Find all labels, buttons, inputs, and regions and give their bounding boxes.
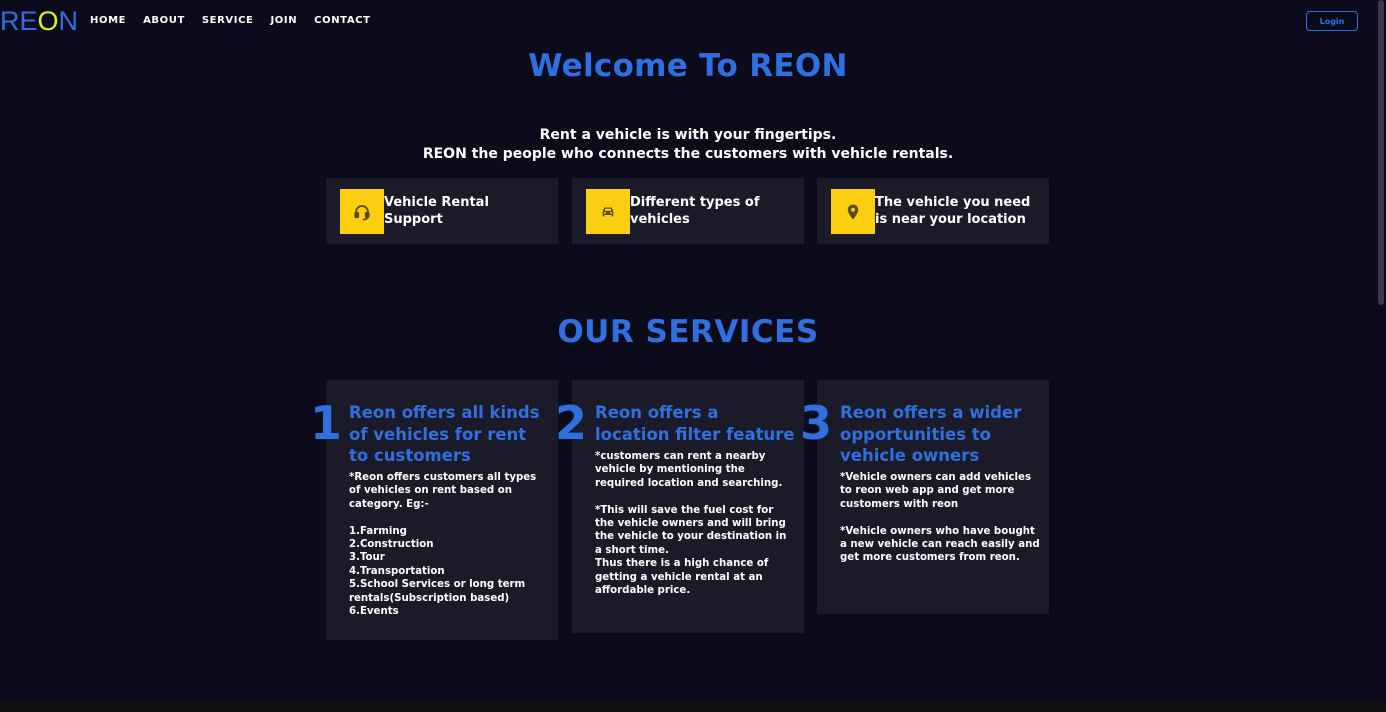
feature-text: The vehicle you need is near your locati… xyxy=(875,195,1031,227)
service-description: *Reon offers customers all types of vehi… xyxy=(349,472,537,618)
services-title: OUR SERVICES xyxy=(557,314,819,350)
logo[interactable]: REON xyxy=(0,6,78,36)
feature-text: Vehicle Rental Support xyxy=(384,195,489,227)
feature-card-vehicle-types: Different types of vehicles xyxy=(572,178,804,244)
service-card-1: Reon offers all kinds of vehicles for re… xyxy=(326,380,558,640)
headset-icon xyxy=(340,189,384,234)
logo-letter-e: E xyxy=(19,6,38,36)
nav-link-contact[interactable]: CONTACT xyxy=(314,15,370,26)
location-pin-icon xyxy=(831,189,875,234)
service-number: 1 xyxy=(310,396,343,450)
feature-card-support: Vehicle Rental Support xyxy=(326,178,558,244)
navbar: REON HOME ABOUT SERVICE JOIN CONTACT Log… xyxy=(0,0,1376,44)
logo-letter-n: N xyxy=(58,6,79,36)
service-description: *customers can rent a nearby vehicle by … xyxy=(595,451,787,597)
feature-text: Different types of vehicles xyxy=(630,195,760,227)
bottom-bar xyxy=(0,702,1386,712)
scrollbar-thumb[interactable] xyxy=(1378,0,1384,305)
service-title: Reon offers all kinds of vehicles for re… xyxy=(349,403,540,465)
service-title: Reon offers a wider opportunities to veh… xyxy=(840,403,1022,465)
welcome-title: Welcome To REON xyxy=(528,48,848,84)
nav-links: HOME ABOUT SERVICE JOIN CONTACT xyxy=(90,15,388,26)
nav-link-about[interactable]: ABOUT xyxy=(143,15,185,26)
logo-letter-o: O xyxy=(37,6,59,36)
service-description: *Vehicle owners can add vehicles to reon… xyxy=(840,472,1040,564)
nav-link-join[interactable]: JOIN xyxy=(270,15,297,26)
service-number: 2 xyxy=(555,396,588,450)
feature-card-location: The vehicle you need is near your locati… xyxy=(817,178,1049,244)
service-title: Reon offers a location filter feature xyxy=(595,403,795,444)
nav-link-service[interactable]: SERVICE xyxy=(202,15,254,26)
logo-letter-r: R xyxy=(0,6,20,36)
service-number: 3 xyxy=(800,396,833,450)
tagline-line-2: REON the people who connects the custome… xyxy=(422,146,954,162)
login-button[interactable]: Login xyxy=(1306,11,1358,31)
nav-link-home[interactable]: HOME xyxy=(90,15,126,26)
service-card-3: Reon offers a wider opportunities to veh… xyxy=(817,380,1049,614)
tagline-line-1: Rent a vehicle is with your fingertips. xyxy=(539,127,837,143)
car-icon xyxy=(586,189,630,234)
service-card-2: Reon offers a location filter feature *c… xyxy=(572,380,804,633)
